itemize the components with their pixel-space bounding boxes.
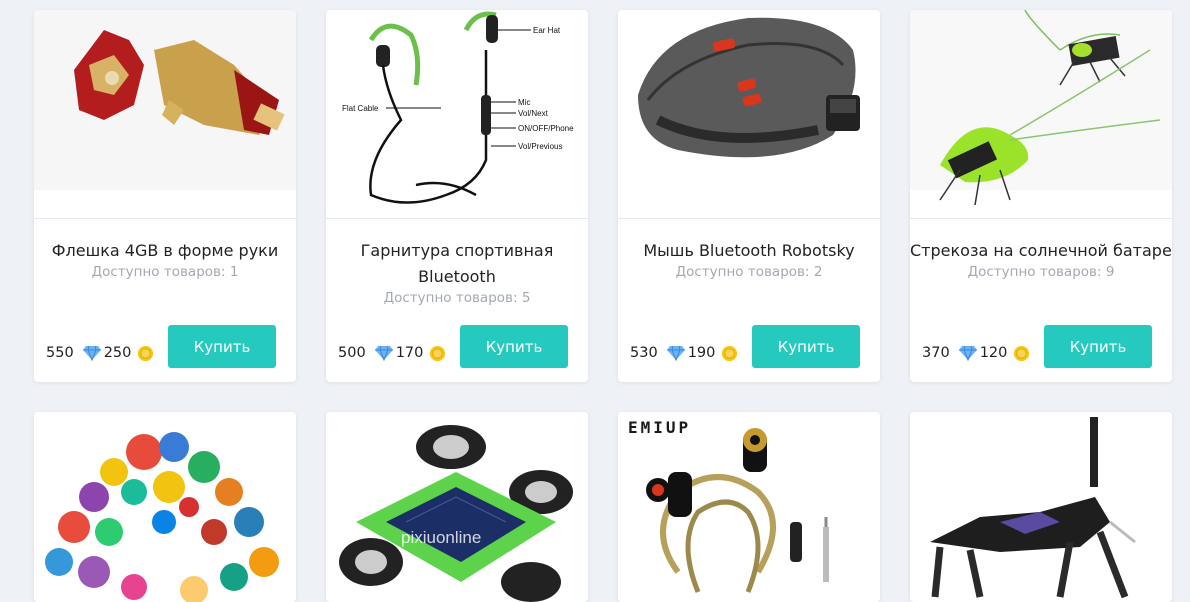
product-availability: Доступно товаров: 2 [675,264,823,280]
gem-value: 170 [395,345,424,361]
label-ear-hat: Ear Hat [533,26,561,35]
product-card[interactable]: pixiuonline [326,412,588,602]
product-card[interactable] [910,412,1172,602]
product-image-figurines[interactable] [34,412,296,602]
product-availability: Доступно товаров: 5 [383,290,531,306]
brand-logo-text: EMIUP [628,418,692,437]
product-image-mouse[interactable] [618,10,880,218]
product-card[interactable]: Стрекоза на солнечной батарее Доступно т… [910,10,1172,382]
coin-icon [430,345,446,361]
price-row: 550 250 [46,338,154,368]
coin-icon [1014,345,1030,361]
product-card[interactable]: Флешка 4GB в форме руки Доступно товаров… [34,10,296,382]
gem-value: 250 [103,345,132,361]
label-vol-next: Vol/Next [518,109,549,118]
product-title[interactable]: Флешка 4GB в форме руки [34,238,296,264]
product-card[interactable]: Ear Hat Flat Cable Mic Vol/Next ON/OFF/P… [326,10,588,382]
price-value: 550 [46,345,74,361]
product-title[interactable]: Гарнитура спортивная Bluetooth [326,238,588,290]
card-divider [910,218,1172,219]
product-card[interactable]: EMIUP [618,412,880,602]
diamond-icon [958,345,977,361]
gem-value: 190 [687,345,716,361]
card-divider [618,218,880,219]
buy-button[interactable]: Купить [1044,325,1152,368]
product-image-usb-hand[interactable] [34,10,296,218]
diamond-icon [374,345,393,361]
price-value: 530 [630,345,658,361]
price-row: 370 120 [922,338,1030,368]
price-row: 500 170 [338,338,446,368]
product-image-solar-insect[interactable] [910,10,1172,218]
product-image-headphones[interactable]: Ear Hat Flat Cable Mic Vol/Next ON/OFF/P… [326,10,588,218]
card-divider [326,218,588,219]
product-card[interactable]: Мышь Bluetooth Robotsky Доступно товаров… [618,10,880,382]
product-image-earphones[interactable]: EMIUP [618,412,880,602]
buy-button[interactable]: Купить [168,325,276,368]
buy-button[interactable]: Купить [460,325,568,368]
price-value: 370 [922,345,950,361]
price-value: 500 [338,345,366,361]
label-vol-previous: Vol/Previous [518,142,562,151]
buy-button[interactable]: Купить [752,325,860,368]
card-divider [34,218,296,219]
diamond-icon [666,345,685,361]
product-availability: Доступно товаров: 9 [967,264,1115,280]
label-mic: Mic [518,98,530,107]
label-on-off-phone: ON/OFF/Phone [518,124,574,133]
diamond-icon [82,345,101,361]
product-title[interactable]: Стрекоза на солнечной батарее [910,238,1172,264]
coin-icon [722,345,738,361]
product-image-robot-dog[interactable] [910,412,1172,602]
watermark-text: pixiuonline [401,528,482,547]
product-image-solar-car[interactable]: pixiuonline [326,412,588,602]
coin-icon [138,345,154,361]
label-flat-cable: Flat Cable [342,104,379,113]
product-availability: Доступно товаров: 1 [91,264,239,280]
product-title[interactable]: Мышь Bluetooth Robotsky [618,238,880,264]
product-card[interactable] [34,412,296,602]
gem-value: 120 [979,345,1008,361]
price-row: 530 190 [630,338,738,368]
